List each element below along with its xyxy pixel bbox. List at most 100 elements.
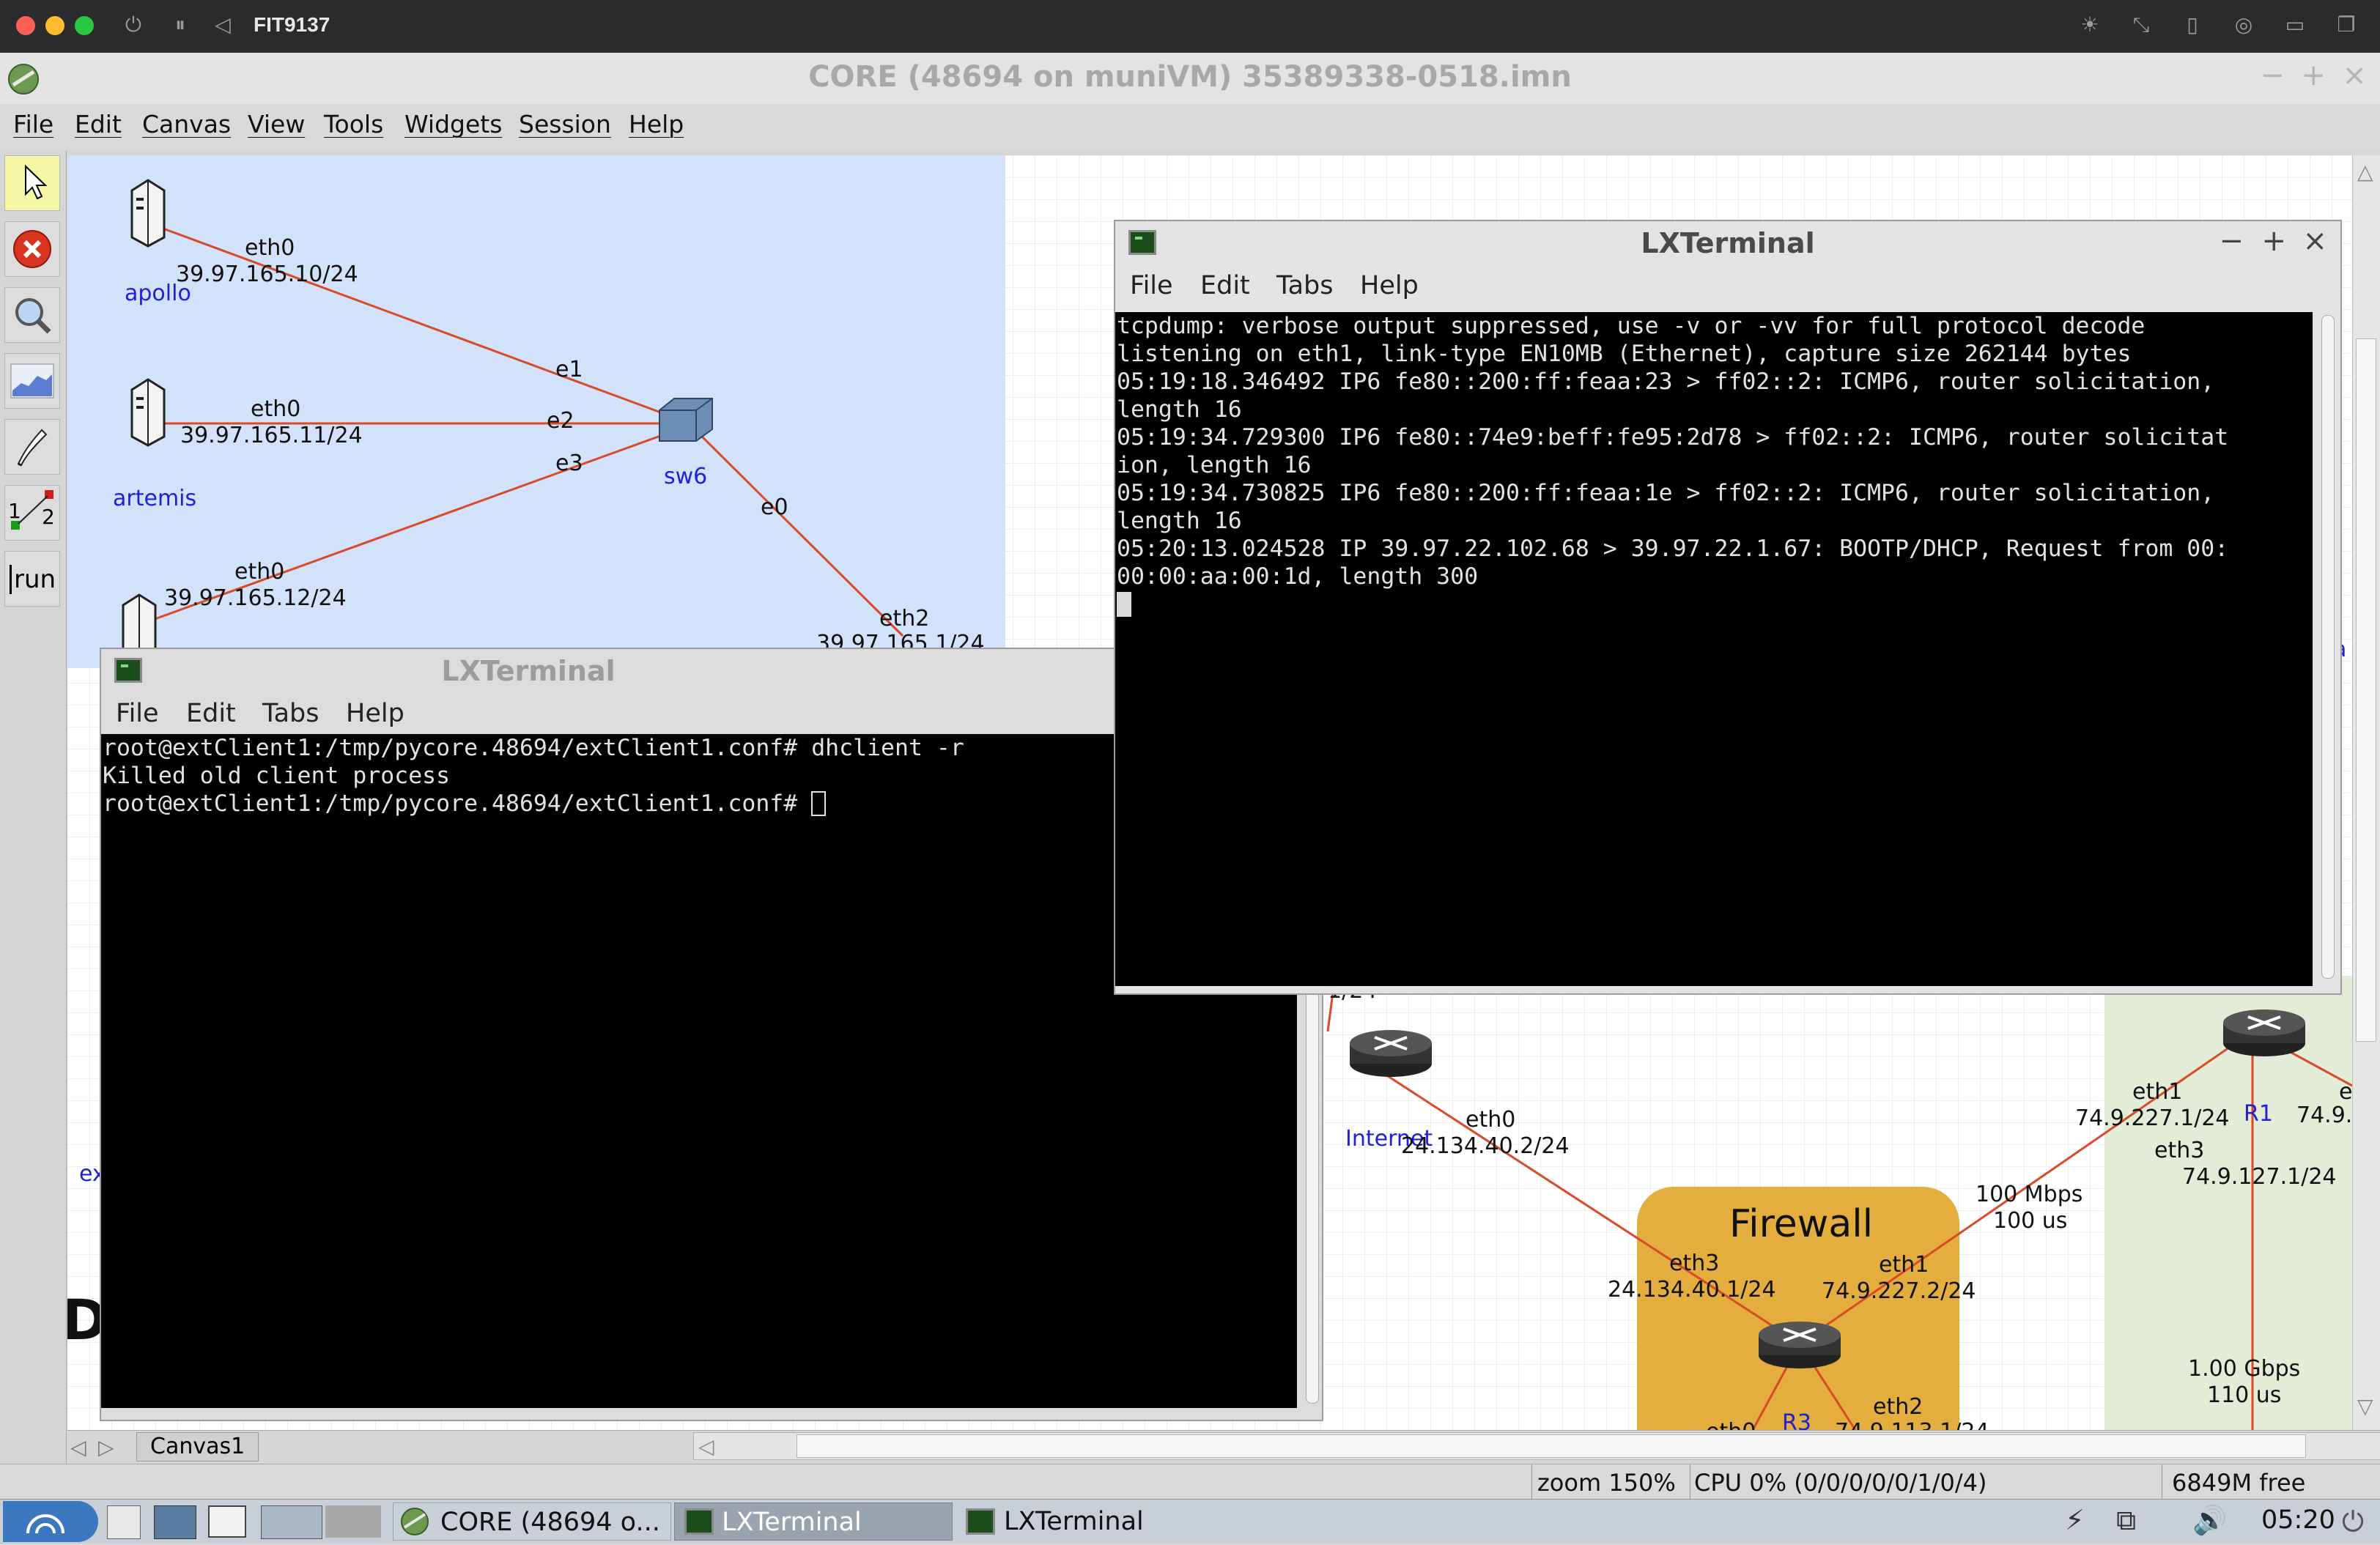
menubar: File Edit Canvas View Tools Widgets Sess… (0, 104, 2380, 149)
file-manager-icon[interactable] (107, 1505, 141, 1539)
tab-next-icon[interactable]: ▷ (98, 1435, 114, 1459)
taskbar-lxterminal-1[interactable]: LXTerminal (674, 1503, 953, 1541)
if-fw-eth0-fragment: eth0 (1706, 1419, 1756, 1430)
term-menu-file[interactable]: File (116, 699, 159, 728)
terminal-launcher-icon[interactable] (208, 1505, 246, 1538)
port-e3: e3 (555, 451, 583, 476)
select-tool-button[interactable] (4, 155, 60, 211)
tool-palette: 1 2 run (0, 151, 67, 1470)
if-fw-eth3: eth3 (1669, 1251, 1719, 1276)
term-menu-tabs[interactable]: Tabs (1276, 271, 1334, 300)
term-menu-tabs[interactable]: Tabs (262, 699, 319, 728)
twonode-tool-button[interactable]: 1 2 (4, 485, 60, 541)
system-monitor-icon[interactable] (154, 1505, 196, 1539)
menu-session[interactable]: Session (519, 110, 611, 138)
marker-tool-button[interactable] (4, 419, 60, 475)
term-menu-help[interactable]: Help (1360, 271, 1419, 300)
tab-prev-icon[interactable]: ◁ (70, 1435, 86, 1459)
tab-canvas1[interactable]: Canvas1 (136, 1432, 259, 1461)
terminal-scrollbar[interactable] (2317, 312, 2339, 986)
windows-icon[interactable]: ❐ (2335, 13, 2358, 37)
term-menu-edit[interactable]: Edit (186, 699, 236, 728)
menu-file[interactable]: File (13, 110, 53, 138)
terminal-scroll-thumb[interactable] (2321, 315, 2335, 979)
taskbar-lxterminal-2[interactable]: LXTerminal (957, 1503, 1235, 1541)
vertical-scroll-thumb[interactable] (2356, 338, 2376, 1042)
desktop-pager-icon[interactable] (261, 1505, 322, 1539)
stop-button[interactable] (4, 221, 60, 277)
ip-apollo: 39.97.165.10/24 (176, 262, 358, 287)
menu-widgets[interactable]: Widgets (404, 110, 502, 138)
zoom-tool-button[interactable] (4, 287, 60, 343)
resize-icon[interactable]: ⤡ (2129, 13, 2153, 37)
desktop-pager-2-icon[interactable] (325, 1505, 381, 1538)
terminal-line: root@extClient1:/tmp/pycore.48694/extCli… (103, 790, 812, 817)
network-icon[interactable]: ◎ (2232, 13, 2255, 37)
link2-delay: 110 us (2207, 1382, 2281, 1408)
link2-bandwidth: 1.00 Gbps (2188, 1356, 2300, 1382)
twonode-num-2: 2 (42, 505, 55, 529)
terminal-titlebar[interactable]: LXTerminal − + × (1115, 221, 2340, 265)
network-tray-icon[interactable]: ⧉ (2116, 1504, 2136, 1537)
terminal-line: 05:19:18.346492 IP6 fe80::200:ff:feaa:23… (1117, 368, 2215, 395)
horizontal-scroll-thumb[interactable] (797, 1434, 2306, 1458)
ip-internet: 24.134.40.2/24 (1401, 1133, 1570, 1159)
terminal-line: 05:20:13.024528 IP 39.97.22.102.68 > 39.… (1117, 536, 2229, 562)
terminal-close-icon[interactable]: × (2302, 224, 2327, 258)
horizontal-scrollbar[interactable]: ◁ ▷ (693, 1432, 2380, 1460)
start-menu-button[interactable] (3, 1501, 98, 1542)
logout-icon[interactable]: ⏻ (2342, 1505, 2364, 1538)
status-cpu: CPU 0% (0/0/0/0/0/1/0/4) (1694, 1469, 1987, 1497)
terminal-screen[interactable]: tcpdump: verbose output suppressed, use … (1115, 312, 2313, 986)
run-tool-button[interactable]: run (4, 551, 60, 607)
scroll-up-icon[interactable]: △ (2357, 160, 2373, 184)
pause-icon[interactable]: ⏸ (169, 13, 192, 37)
ip-artemis: 39.97.165.11/24 (180, 423, 363, 448)
core-taskbar-icon (401, 1508, 429, 1535)
scroll-left-icon[interactable]: ◁ (698, 1434, 714, 1459)
zoom-icon (15, 298, 51, 334)
power-manager-icon[interactable]: ⚡ (2065, 1504, 2085, 1536)
app-minimize-icon[interactable]: − (2260, 59, 2285, 92)
folder-icon[interactable]: ▭ (2283, 13, 2307, 37)
power-icon[interactable]: ⏻ (122, 13, 145, 37)
brightness-icon[interactable]: ☀ (2078, 13, 2102, 37)
menu-view[interactable]: View (248, 110, 305, 138)
app-close-icon[interactable]: × (2342, 59, 2367, 92)
volume-icon[interactable]: 🔊 (2192, 1504, 2227, 1537)
lxterminal-window-right[interactable]: LXTerminal − + × File Edit Tabs Help tcp… (1114, 220, 2342, 995)
terminal-maximize-icon[interactable]: + (2261, 224, 2286, 258)
status-memory: 6849M free (2172, 1469, 2306, 1497)
minimize-window-button[interactable] (45, 16, 64, 35)
if-fw-eth1: eth1 (1879, 1252, 1929, 1278)
usb-icon[interactable]: ▯ (2181, 13, 2204, 37)
terminal-taskbar-icon (966, 1508, 995, 1535)
node-label-artemis: artemis (113, 486, 196, 511)
if-artemis: eth0 (251, 396, 300, 422)
app-maximize-icon[interactable]: + (2301, 59, 2326, 92)
node-label-r1: R1 (2244, 1101, 2273, 1127)
clock: 05:20 (2261, 1505, 2335, 1535)
scroll-down-icon[interactable]: ▽ (2357, 1394, 2373, 1418)
taskbar-core[interactable]: CORE (48694 o... (393, 1503, 671, 1541)
terminal-line: 05:19:34.729300 IP6 fe80::74e9:beff:fe95… (1117, 424, 2229, 451)
term-menu-edit[interactable]: Edit (1200, 271, 1250, 300)
mac-titlebar: ⏻ ⏸ ◁ FIT9137 ☀ ⤡ ▯ ◎ ▭ ❐ (0, 0, 2380, 53)
ip-fw-eth3: 24.134.40.1/24 (1608, 1277, 1776, 1303)
select-icon (25, 164, 48, 200)
menu-tools[interactable]: Tools (324, 110, 383, 138)
terminal-line: tcpdump: verbose output suppressed, use … (1117, 313, 2146, 339)
term-menu-file[interactable]: File (1130, 271, 1173, 300)
menu-edit[interactable]: Edit (75, 110, 122, 138)
if-apollo: eth0 (245, 235, 295, 261)
close-window-button[interactable] (16, 16, 35, 35)
back-icon[interactable]: ◁ (211, 13, 234, 37)
term-menu-help[interactable]: Help (346, 699, 404, 728)
menu-help[interactable]: Help (629, 110, 684, 138)
terminal-line: ion, length 16 (1117, 452, 1312, 478)
zoom-window-button[interactable] (75, 16, 94, 35)
terminal-minimize-icon[interactable]: − (2219, 224, 2244, 258)
plot-tool-button[interactable] (4, 353, 60, 409)
menu-canvas[interactable]: Canvas (142, 110, 231, 138)
vertical-scrollbar[interactable]: △ ▽ (2352, 155, 2380, 1430)
